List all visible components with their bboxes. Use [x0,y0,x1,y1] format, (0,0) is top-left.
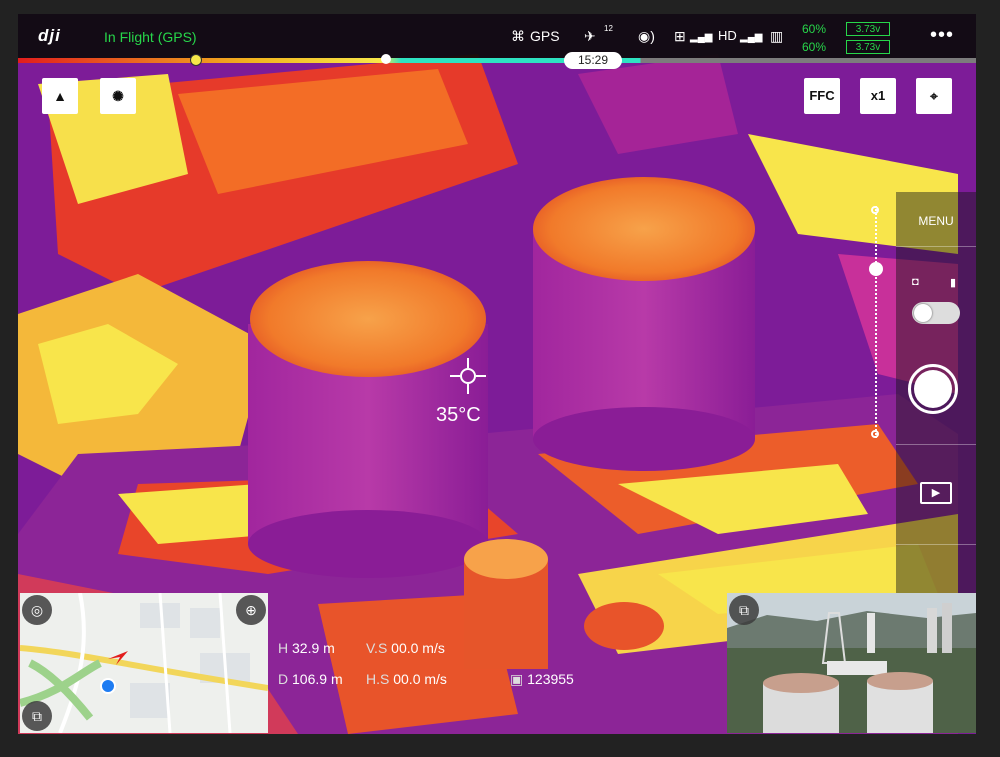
more-icon[interactable]: ••• [930,24,954,47]
battery-icon[interactable]: ▥ [770,28,783,45]
rc-signal-bars: ▂▄▆ [690,32,713,43]
divider [896,544,976,545]
dji-logo[interactable]: dji [38,26,61,46]
vertical-speed-label: V.S [366,640,388,656]
vertical-speed-value: 00.0 m/s [391,640,445,656]
ffc-button[interactable]: FFC [804,78,840,114]
shutter-button[interactable] [908,364,958,414]
app-frame: dji In Flight (GPS) ⌘ GPS ✈ 12 ◉) ⊞ ▂▄▆ … [18,14,976,734]
flight-status[interactable]: In Flight (GPS) [104,29,197,45]
camera-right-panel: MENU ◘ ▮ ▶ [896,192,976,604]
pilot-location-icon [100,678,116,694]
satellite-count: 12 [604,24,613,33]
visual-camera-view[interactable]: ⧉ [727,593,976,733]
divider [896,444,976,445]
video-camera-icon[interactable]: ▮ [950,276,956,289]
horizontal-speed-value: 00.0 m/s [393,671,447,687]
distance-label: D [278,671,289,687]
signal-icon: ◉) [638,28,655,44]
gps-label: GPS [530,28,560,44]
sd-card-icon: ▣ [510,671,524,687]
photo-video-toggle[interactable] [912,302,960,324]
flight-time: 15:29 [564,52,622,69]
height-label: H [278,640,289,656]
height-value: 32.9 m [292,640,335,656]
sd-card-value: 123955 [527,671,574,687]
top-status-bar: dji In Flight (GPS) ⌘ GPS ✈ 12 ◉) ⊞ ▂▄▆ … [18,14,976,60]
locate-icon[interactable]: ⊕ [236,595,266,625]
telemetry-panel: H 32.9 m V.S 00.0 m/s D 106.9 m H.S 00.0… [268,634,628,694]
home-marker-icon [190,54,202,66]
hd-label: HD [718,28,737,43]
photo-camera-icon[interactable]: ◘ [912,276,919,288]
divider [896,246,976,247]
voltage-top: 3.73v [846,22,890,36]
hd-signal-bars: ▂▄▆ [740,32,763,43]
visual-camera-graphic [727,593,976,733]
zoom-button[interactable]: x1 [860,78,896,114]
horizontal-speed-label: H.S [366,671,390,687]
battery-percent-top: 60% [802,22,827,36]
flight-timeline-bar [18,58,976,63]
switch-camera-icon[interactable]: ⧉ [729,595,759,625]
switch-view-icon[interactable]: ⧉ [22,701,52,731]
crosshair-icon [450,358,486,394]
menu-button[interactable]: MENU [896,214,976,228]
map-graphic [20,593,268,733]
slider-track [875,206,879,438]
battery-percent-bottom: 60% [802,40,827,54]
light-bulb-icon[interactable]: ✺ [100,78,136,114]
voltage-bottom: 3.73v [846,40,890,54]
slider-top-end [871,206,879,214]
slider-thumb[interactable] [869,262,883,276]
slider-bottom-end [871,430,879,438]
map-layer-icon[interactable]: ▲ [42,78,78,114]
playback-icon[interactable]: ▶ [920,482,952,504]
compass-icon[interactable]: ◎ [22,595,52,625]
drone-icon: ⌘ [511,28,525,44]
timeline-position-dot [381,54,391,64]
satellite-icon[interactable]: ✈ [584,28,596,45]
zoom-slider[interactable] [868,206,884,438]
focus-target-icon[interactable]: ⌖ [916,78,952,114]
distance-value: 106.9 m [292,671,343,687]
minimap[interactable]: ◎ ⊕ ⧉ [20,593,268,733]
spot-temperature: 35°C [436,404,481,426]
remote-controller-icon[interactable]: ⊞ [674,28,686,45]
